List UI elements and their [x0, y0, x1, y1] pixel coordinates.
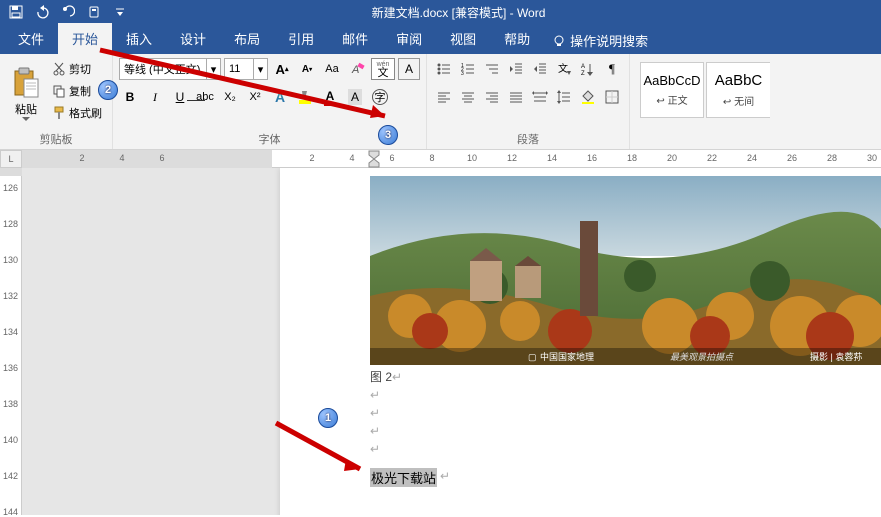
touch-mode-button[interactable] [82, 1, 106, 23]
ruler-tick: 2 [79, 153, 84, 163]
ruler-tick: 18 [627, 153, 637, 163]
tab-help[interactable]: 帮助 [490, 23, 544, 54]
style-name: ↩ 无间 [723, 93, 754, 108]
bullets-button[interactable] [433, 58, 455, 80]
ruler-tick: 22 [707, 153, 717, 163]
undo-button[interactable] [30, 1, 54, 23]
multilevel-list-button[interactable] [481, 58, 503, 80]
chevron-down-icon [22, 117, 30, 121]
watermark-right: 摄影 | 袁蓉荪 [810, 351, 862, 362]
ruler-horizontal[interactable]: 246246810121416182022242628303234 [22, 150, 881, 168]
ruler-tick: 144 [3, 507, 18, 517]
group-styles: AaBbCcD ↩ 正文 AaBbC ↩ 无间 [630, 54, 780, 149]
line-spacing-button[interactable] [553, 86, 575, 108]
ruler-tick: 6 [159, 153, 164, 163]
brush-icon [52, 106, 66, 120]
ruler-tick: 30 [867, 153, 877, 163]
ruler-tick: 26 [787, 153, 797, 163]
selected-text[interactable]: 极光下载站 [370, 468, 437, 487]
annotation-1: 1 [318, 408, 338, 428]
tab-file[interactable]: 文件 [4, 23, 58, 54]
ruler-tick: 8 [429, 153, 434, 163]
ruler-tick: 20 [667, 153, 677, 163]
ruler-tick: 134 [3, 327, 18, 337]
svg-text:A: A [581, 64, 585, 70]
ruler-tick: 130 [3, 255, 18, 265]
tell-me-label: 操作说明搜索 [570, 31, 648, 50]
ruler-tick: 128 [3, 219, 18, 229]
decrease-indent-button[interactable] [505, 58, 527, 80]
shading-button[interactable] [577, 86, 599, 108]
ruler-tick: 140 [3, 435, 18, 445]
ruler-tick: 4 [349, 153, 354, 163]
svg-text:文: 文 [558, 62, 568, 75]
redo-button[interactable] [56, 1, 80, 23]
ruler-tick: 126 [3, 183, 18, 193]
document-image[interactable]: ▢ 中国国家地理 最美观景拍摄点 摄影 | 袁蓉荪 [370, 176, 881, 365]
ruler-tick: 10 [467, 153, 477, 163]
annotation-arrow-2to3 [85, 40, 415, 140]
ruler-vertical[interactable]: 126 128 130 132 134 136 138 140 142 144 [0, 168, 22, 515]
ruler-corner[interactable]: L [0, 150, 22, 168]
style-preview: AaBbC [715, 72, 763, 89]
first-line-indent-marker[interactable] [368, 150, 380, 168]
ruler-tick: 14 [547, 153, 557, 163]
annotation-3: 3 [378, 125, 398, 145]
align-right-button[interactable] [481, 86, 503, 108]
increase-indent-button[interactable] [529, 58, 551, 80]
style-name: ↩ 正文 [656, 92, 687, 107]
align-left-button[interactable] [433, 86, 455, 108]
justify-button[interactable] [505, 86, 527, 108]
ruler-tick: 132 [3, 291, 18, 301]
paste-icon [12, 67, 40, 99]
ruler-tick: 12 [507, 153, 517, 163]
ruler-tick: 2 [309, 153, 314, 163]
ruler-tick: 28 [827, 153, 837, 163]
ruler-tick: 6 [389, 153, 394, 163]
ruler-tick: 24 [747, 153, 757, 163]
watermark-left-text: 中国国家地理 [540, 351, 594, 362]
style-normal[interactable]: AaBbCcD ↩ 正文 [640, 62, 704, 118]
borders-button[interactable] [601, 86, 623, 108]
ruler-tick: 136 [3, 363, 18, 373]
copy-icon [52, 84, 66, 98]
save-button[interactable] [4, 1, 28, 23]
numbering-button[interactable]: 123 [457, 58, 479, 80]
paragraph-mark: ↵ [440, 469, 450, 483]
ruler-tick: 138 [3, 399, 18, 409]
paste-button[interactable]: 粘贴 [6, 58, 46, 129]
svg-text:3: 3 [461, 71, 464, 77]
group-paragraph: 123 文 AZ ¶ 段落 [427, 54, 630, 149]
distributed-button[interactable] [529, 86, 551, 108]
qat-customize-button[interactable] [108, 1, 132, 23]
scissors-icon [52, 62, 66, 76]
watermark-mid: 最美观景拍摄点 [670, 352, 734, 362]
svg-text:Z: Z [581, 71, 585, 77]
sort-button[interactable]: AZ [577, 58, 599, 80]
paragraph-group-label: 段落 [433, 129, 623, 147]
bulb-icon [552, 34, 566, 48]
style-preview: AaBbCcD [643, 73, 700, 88]
image-caption[interactable]: 图 2↵ [370, 368, 402, 385]
document-area[interactable]: ▢ 中国国家地理 最美观景拍摄点 摄影 | 袁蓉荪 图 2↵ ↵↵↵↵ 极光下载… [22, 168, 881, 515]
asian-layout-button[interactable]: 文 [553, 58, 575, 80]
tell-me-search[interactable]: 操作说明搜索 [544, 27, 656, 54]
ruler-v-margin [0, 168, 22, 176]
show-marks-button[interactable]: ¶ [601, 58, 623, 80]
ruler-tick: 142 [3, 471, 18, 481]
ruler-tick: 16 [587, 153, 597, 163]
watermark-left: ▢ [528, 352, 537, 362]
ruler-margin-area [22, 150, 272, 168]
window-title: 新建文档.docx [兼容模式] - Word [136, 4, 881, 21]
ruler-tick: 4 [119, 153, 124, 163]
annotation-2: 2 [98, 80, 118, 100]
align-center-button[interactable] [457, 86, 479, 108]
paste-label: 粘贴 [15, 101, 37, 117]
tab-view[interactable]: 视图 [436, 23, 490, 54]
style-nospacing[interactable]: AaBbC ↩ 无间 [706, 62, 770, 118]
